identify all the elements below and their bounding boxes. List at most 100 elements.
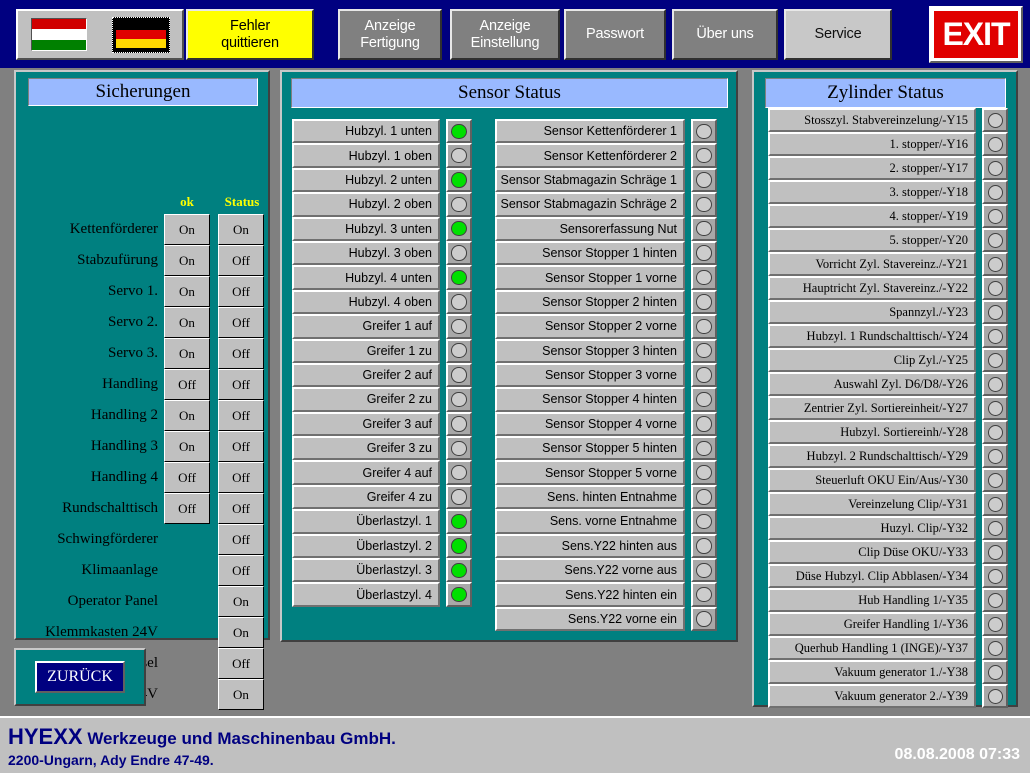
status-row-label: Vakuum generator 1./-Y38 <box>768 660 976 684</box>
fuse-status-cell[interactable]: Off <box>218 555 264 586</box>
lamp-on-icon <box>451 562 467 578</box>
back-button[interactable]: ZURÜCK <box>35 661 125 693</box>
fuse-status-cell[interactable]: On <box>218 617 264 648</box>
exit-button[interactable]: EXIT <box>929 6 1023 63</box>
status-lamp-holder <box>691 411 717 437</box>
status-row-label: Querhub Handling 1 (INGE)/-Y37 <box>768 636 976 660</box>
lamp-off-icon <box>987 664 1003 680</box>
fuse-label: Handling <box>102 376 158 392</box>
status-row: 3. stopper/-Y18 <box>768 180 1008 204</box>
fuse-label: Rundschalttisch <box>62 500 158 516</box>
status-lamp-holder <box>982 204 1008 228</box>
status-lamp-holder <box>691 192 717 217</box>
status-row: Greifer 3 auf <box>292 411 472 437</box>
status-lamp-holder <box>982 588 1008 612</box>
sensor-right-column: Sensor Kettenförderer 1 Sensor Kettenförd… <box>495 119 717 632</box>
lamp-off-icon <box>987 280 1003 296</box>
cylinder-row-list: Stosszyl. Stabvereinzelung/-Y15 1. stoppe… <box>768 108 1008 708</box>
fuse-status-cell[interactable]: On <box>218 679 264 710</box>
lamp-off-icon <box>696 318 712 335</box>
fuse-ok-cell[interactable]: On <box>164 400 210 431</box>
status-lamp-holder <box>691 558 717 583</box>
fuse-ok-cell[interactable]: On <box>164 276 210 307</box>
nav-button-anzeige-fertigung[interactable]: Anzeige Fertigung <box>338 9 442 60</box>
status-row: Sens.Y22 hinten ein <box>495 582 717 607</box>
fuse-status-cell[interactable]: Off <box>218 307 264 338</box>
lamp-off-icon <box>987 592 1003 608</box>
fuse-ok-cell[interactable]: On <box>164 431 210 462</box>
status-row-label: Sens. hinten Entnahme <box>495 484 685 510</box>
status-row-label: Huzyl. Clip/-Y32 <box>768 516 976 540</box>
lamp-off-icon <box>987 616 1003 632</box>
status-lamp-holder <box>982 660 1008 684</box>
status-lamp-holder <box>446 240 472 266</box>
lamp-off-icon <box>696 611 712 627</box>
status-row: Hubzyl. 3 unten <box>292 216 472 241</box>
status-row: Sensorerfassung Nut <box>495 216 717 241</box>
nav-button-über-uns[interactable]: Über uns <box>672 9 778 60</box>
fuse-ok-cell[interactable]: Off <box>164 369 210 400</box>
status-row-label: Hub Handling 1/-Y35 <box>768 588 976 612</box>
status-lamp-holder <box>691 265 717 290</box>
germany-flag-button[interactable] <box>111 16 170 53</box>
status-row: Greifer 4 auf <box>292 460 472 485</box>
status-row-label: Hubzyl. 2 Rundschalttisch/-Y29 <box>768 444 976 468</box>
status-row: Querhub Handling 1 (INGE)/-Y37 <box>768 636 1008 660</box>
fuse-status-cell[interactable]: Off <box>218 276 264 307</box>
status-row-label: Sensorerfassung Nut <box>495 216 685 241</box>
status-row-label: Greifer 1 zu <box>292 338 440 363</box>
fuse-status-cell[interactable]: Off <box>218 245 264 276</box>
status-lamp-holder <box>446 216 472 241</box>
fuse-status-cell[interactable]: Off <box>218 369 264 400</box>
status-row: Sens. hinten Entnahme <box>495 484 717 510</box>
fuse-status-cell[interactable]: Off <box>218 648 264 679</box>
lamp-off-icon <box>696 489 712 505</box>
lamp-off-icon <box>696 367 712 383</box>
fuse-status-cell[interactable]: Off <box>218 400 264 431</box>
fuse-ok-cell[interactable]: Off <box>164 493 210 524</box>
back-button-panel: ZURÜCK <box>14 648 146 706</box>
status-row-label: Sensor Stabmagazin Schräge 2 <box>495 192 685 217</box>
status-row: Hub Handling 1/-Y35 <box>768 588 1008 612</box>
fuse-ok-cell[interactable]: On <box>164 307 210 338</box>
lamp-off-icon <box>696 196 712 213</box>
status-lamp-holder <box>982 684 1008 708</box>
status-row: Hauptricht Zyl. Stavereinz./-Y22 <box>768 276 1008 300</box>
hungary-flag-icon[interactable] <box>30 18 87 51</box>
status-row-label: Hubzyl. 3 oben <box>292 240 440 266</box>
fuse-ok-cell[interactable]: Off <box>164 462 210 493</box>
nav-button-fehler-quittieren[interactable]: Fehler quittieren <box>186 9 314 60</box>
lamp-off-icon <box>696 586 712 603</box>
status-row: Sensor Stopper 2 hinten <box>495 289 717 315</box>
status-row: Sensor Stopper 5 hinten <box>495 436 717 461</box>
lamp-off-icon <box>451 367 467 383</box>
status-row: Sensor Stopper 3 vorne <box>495 362 717 388</box>
fuse-status-cell[interactable]: On <box>218 214 264 245</box>
fuse-status-cell[interactable]: On <box>218 586 264 617</box>
status-row: Hubzyl. 1 unten <box>292 119 472 144</box>
status-lamp-holder <box>982 492 1008 516</box>
fuse-status-cell[interactable]: Off <box>218 338 264 369</box>
nav-button-anzeige-einstellung[interactable]: Anzeige Einstellung <box>450 9 560 60</box>
sensor-status-panel-title: Sensor Status <box>291 78 728 108</box>
fuse-ok-cell[interactable]: On <box>164 338 210 369</box>
fuse-ok-cell[interactable]: On <box>164 245 210 276</box>
fuse-status-cell[interactable]: Off <box>218 462 264 493</box>
status-row-label: Hubzyl. 4 unten <box>292 265 440 290</box>
lamp-off-icon <box>987 328 1003 344</box>
status-row-label: Sens.Y22 hinten ein <box>495 582 685 607</box>
fuse-status-cell[interactable]: Off <box>218 431 264 462</box>
fuse-status-cell[interactable]: Off <box>218 524 264 555</box>
fuse-status-cell[interactable]: Off <box>218 493 264 524</box>
nav-button-service[interactable]: Service <box>784 9 892 60</box>
fuse-label: Klimaanlage <box>81 562 158 578</box>
lamp-off-icon <box>451 343 467 359</box>
germany-flag-icon <box>115 20 166 49</box>
status-row: Sens. vorne Entnahme <box>495 509 717 534</box>
status-lamp-holder <box>691 289 717 315</box>
nav-button-passwort[interactable]: Passwort <box>564 9 666 60</box>
fuse-ok-cell[interactable]: On <box>164 214 210 245</box>
status-row: Sensor Stopper 3 hinten <box>495 338 717 363</box>
status-row: Hubzyl. Sortiereinh/-Y28 <box>768 420 1008 444</box>
lamp-off-icon <box>987 688 1003 704</box>
